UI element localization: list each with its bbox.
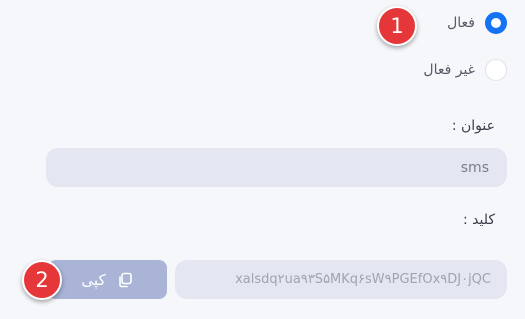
title-input[interactable]: sms [46,148,507,187]
title-label: عنوان : [451,118,495,134]
key-label: کلید : [462,212,495,228]
key-input[interactable]: xalsdq۲ua۹۳S۵MKq۶sW۹PGEfOx۹DJ۰jQC [175,260,507,299]
inactive-radio-label: غیر فعال [423,62,475,78]
active-radio-label: فعال [447,15,475,31]
annotation-badge-2: 2 [22,260,62,300]
inactive-radio[interactable] [485,59,507,81]
key-input-value: xalsdq۲ua۹۳S۵MKq۶sW۹PGEfOx۹DJ۰jQC [235,272,491,287]
copy-button[interactable]: کپی [48,260,167,299]
status-option-inactive[interactable]: غیر فعال [423,59,507,81]
copy-button-label: کپی [81,270,106,289]
status-option-active[interactable]: فعال [447,12,507,34]
title-input-value: sms [460,159,489,176]
annotation-badge-1: 1 [377,6,417,46]
copy-icon [116,271,134,289]
settings-panel: فعال غیر فعال 1 عنوان : sms کلید : xalsd… [0,0,525,319]
active-radio[interactable] [485,12,507,34]
